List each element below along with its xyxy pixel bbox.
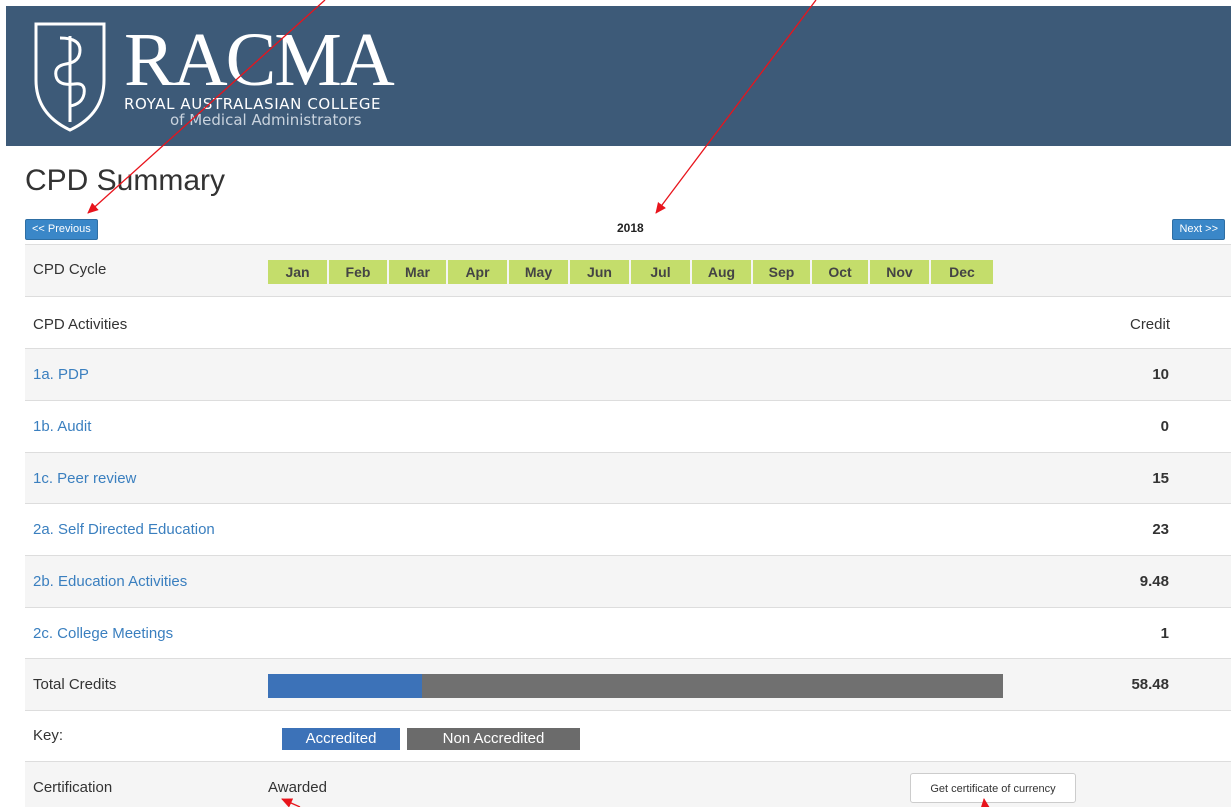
activity-credit: 23 — [1152, 521, 1169, 538]
month-jan: Jan — [268, 260, 327, 284]
activity-link-college-meetings[interactable]: 2c. College Meetings — [33, 625, 173, 642]
activity-link-pdp[interactable]: 1a. PDP — [33, 366, 89, 383]
month-apr: Apr — [448, 260, 507, 284]
certification-row: Certification Awarded Get certificate of… — [25, 761, 1231, 807]
activity-credit: 1 — [1160, 625, 1169, 642]
next-year-button[interactable]: Next >> — [1172, 219, 1225, 240]
key-accredited: Accredited — [282, 728, 400, 750]
activity-row: 1c. Peer review 15 — [25, 452, 1231, 503]
activity-credit: 0 — [1160, 418, 1169, 435]
activity-row: 2b. Education Activities 9.48 — [25, 555, 1231, 607]
previous-year-button[interactable]: << Previous — [25, 219, 98, 240]
month-feb: Feb — [329, 260, 387, 284]
college-shield-logo-icon — [34, 22, 106, 132]
month-jul: Jul — [631, 260, 690, 284]
activity-row: 2a. Self Directed Education 23 — [25, 503, 1231, 555]
total-credits-value: 58.48 — [1131, 676, 1169, 693]
year-label: 2018 — [617, 221, 644, 235]
total-credits-label: Total Credits — [33, 676, 117, 693]
activity-link-peer-review[interactable]: 1c. Peer review — [33, 470, 136, 487]
activity-credit: 10 — [1152, 366, 1169, 383]
total-credits-row: Total Credits 58.48 — [25, 658, 1231, 710]
key-row: Key: Accredited Non Accredited — [25, 710, 1231, 761]
month-dec: Dec — [931, 260, 993, 284]
credits-progress-bar — [268, 674, 1003, 698]
certification-status: Awarded — [268, 779, 327, 796]
month-jun: Jun — [570, 260, 629, 284]
activities-header-row: CPD Activities Credit — [25, 296, 1231, 348]
page-title: CPD Summary — [25, 164, 226, 197]
cpd-cycle-row: CPD Cycle Jan Feb Mar Apr May Jun Jul Au… — [25, 244, 1231, 296]
activity-credit: 15 — [1152, 470, 1169, 487]
activity-row: 1b. Audit 0 — [25, 400, 1231, 452]
activity-credit: 9.48 — [1139, 573, 1169, 590]
activity-row: 1a. PDP 10 — [25, 348, 1231, 400]
header-banner: RACMA ROYAL AUSTRALASIAN COLLEGE of Medi… — [6, 6, 1231, 146]
activity-row: 2c. College Meetings 1 — [25, 607, 1231, 658]
logo-subtitle-line2: of Medical Administrators — [170, 111, 362, 129]
key-label: Key: — [33, 727, 64, 744]
month-may: May — [509, 260, 568, 284]
activities-header-label: CPD Activities — [33, 316, 128, 333]
certification-label: Certification — [33, 779, 113, 796]
activity-link-audit[interactable]: 1b. Audit — [33, 418, 91, 435]
month-sep: Sep — [753, 260, 810, 284]
logo-wordmark: RACMA — [124, 18, 395, 102]
activity-link-self-directed-education[interactable]: 2a. Self Directed Education — [33, 521, 215, 538]
accredited-progress-fill — [268, 674, 423, 698]
month-aug: Aug — [692, 260, 751, 284]
key-non-accredited: Non Accredited — [407, 728, 580, 750]
activity-link-education-activities[interactable]: 2b. Education Activities — [33, 573, 187, 590]
month-oct: Oct — [812, 260, 868, 284]
month-strip: Jan Feb Mar Apr May Jun Jul Aug Sep Oct … — [268, 260, 995, 284]
month-nov: Nov — [870, 260, 929, 284]
month-mar: Mar — [389, 260, 446, 284]
get-certificate-button[interactable]: Get certificate of currency — [910, 773, 1076, 803]
credit-column-header: Credit — [1129, 316, 1170, 333]
cpd-cycle-label: CPD Cycle — [33, 261, 107, 278]
